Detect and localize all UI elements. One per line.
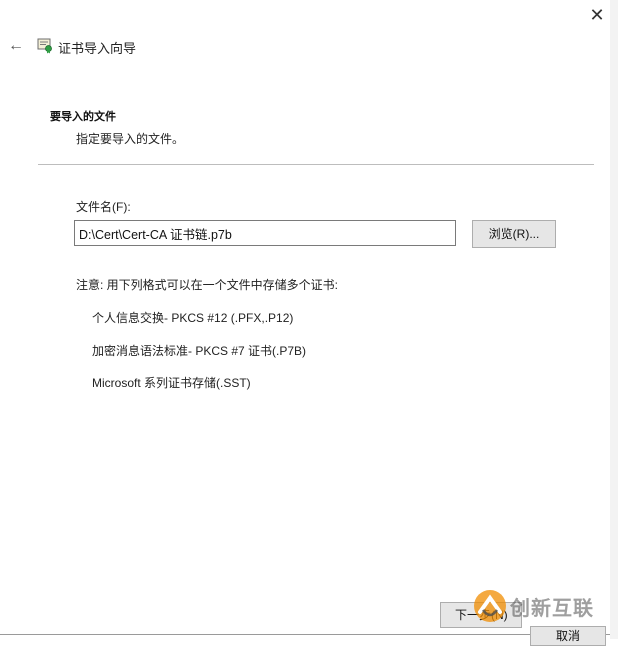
section-title: 要导入的文件 <box>50 111 116 123</box>
close-icon: ✕ <box>589 5 605 25</box>
wizard-header: 要导入的文件 指定要导入的文件。 <box>38 104 594 164</box>
format-item-pfx: 个人信息交换- PKCS #12 (.PFX,.P12) <box>92 311 294 325</box>
file-name-input[interactable] <box>74 220 456 246</box>
format-item-p7b: 加密消息语法标准- PKCS #7 证书(.P7B) <box>92 344 307 358</box>
file-name-label: 文件名(F): <box>76 200 131 214</box>
next-button[interactable]: 下一步(N) <box>440 602 522 628</box>
certificate-icon <box>37 38 52 54</box>
window-title: 证书导入向导 <box>58 41 137 56</box>
format-item-sst: Microsoft 系列证书存储(.SST) <box>92 376 251 390</box>
window-edge <box>610 0 618 639</box>
section-description: 指定要导入的文件。 <box>76 132 185 146</box>
cancel-button[interactable]: 取消 <box>530 626 606 646</box>
header-divider <box>38 164 594 165</box>
browse-button[interactable]: 浏览(R)... <box>472 220 556 248</box>
back-arrow-icon: ← <box>8 37 24 54</box>
note-text: 注意: 用下列格式可以在一个文件中存储多个证书: <box>76 278 339 292</box>
certificate-import-wizard-window: ✕ ← 证书导入向导 要导入的文件 指定要导入的文件。 文件名(F): 浏览(R… <box>0 0 611 635</box>
back-button[interactable]: ← <box>6 36 26 56</box>
close-button[interactable]: ✕ <box>584 4 610 26</box>
